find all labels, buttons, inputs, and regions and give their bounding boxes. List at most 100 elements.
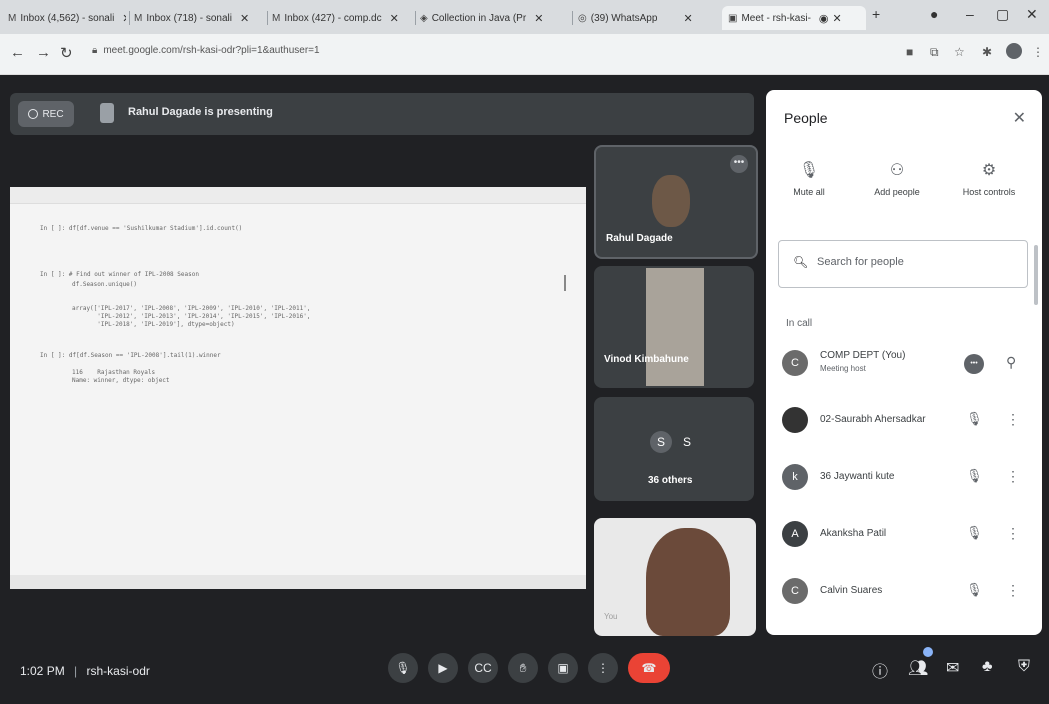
host-controls-button[interactable]: ⚙︎ Host controls xyxy=(946,160,1032,200)
tab-separator xyxy=(572,11,573,25)
info-icon[interactable]: ⓘ xyxy=(872,658,888,682)
participant-name: 36 Jaywanti kute xyxy=(820,471,895,482)
more-options-icon[interactable]: ⋮ xyxy=(1006,525,1020,542)
add-person-icon: ⚇ xyxy=(889,162,905,179)
mic-off-icon: 🎙︎ xyxy=(798,162,820,179)
close-icon[interactable]: ✕ xyxy=(240,12,249,25)
maximize-icon[interactable]: ▢ xyxy=(996,6,1009,23)
browser-tab-inbox-1[interactable]: MInbox (4,562) - sonali ✕ xyxy=(8,6,126,30)
presentation-bar: REC Rahul Dagade is presenting xyxy=(10,93,754,135)
browser-tab-strip: MInbox (4,562) - sonali✕ MInbox (718) - … xyxy=(0,0,1049,34)
lock-icon: 🔒︎ xyxy=(92,45,98,56)
notification-badge xyxy=(923,647,933,657)
close-window-icon[interactable]: ✕ xyxy=(1026,6,1038,23)
participant-row[interactable]: A Akanksha Patil 🎙︎ ⋮ xyxy=(766,509,1042,561)
chat-icon[interactable]: ✉︎ xyxy=(946,658,959,678)
participant-row[interactable]: 02-Saurabh Ahersadkar 🎙︎ ⋮ xyxy=(766,395,1042,447)
browser-tab-inbox-3[interactable]: M Inbox (427) - comp.dc ✕ xyxy=(272,6,412,30)
presenter-icon xyxy=(100,103,114,123)
close-icon[interactable]: ✕ xyxy=(683,12,692,25)
captions-button[interactable]: CC xyxy=(468,653,498,683)
search-input[interactable]: 🔍︎ Search for people xyxy=(778,240,1028,288)
browser-tab-collection[interactable]: ◈ Collection in Java (Pr ✕ xyxy=(420,6,568,30)
tab-label: Inbox (718) - sonali xyxy=(146,12,232,24)
microphone-button[interactable]: 🎙︎ xyxy=(388,653,418,683)
participant-row[interactable]: k 36 Jaywanti kute 🎙︎ ⋮ xyxy=(766,452,1042,504)
camera-icon: ▶︎ xyxy=(438,661,448,675)
menu-dots-icon[interactable]: ⋮ xyxy=(1032,45,1044,59)
action-label: Mute all xyxy=(793,187,825,197)
close-icon[interactable]: ✕ xyxy=(534,12,543,25)
forward-icon[interactable]: → xyxy=(36,44,51,61)
leave-call-button[interactable]: ☎︎ xyxy=(628,653,670,683)
tab-label: Collection in Java (Pr xyxy=(431,12,527,24)
browser-tab-whatsapp[interactable]: ◎ (39) WhatsApp ✕ xyxy=(578,6,716,30)
raise-hand-button[interactable]: ✋︎ xyxy=(508,653,538,683)
tab-label: Meet - rsh-kasi- xyxy=(741,12,811,24)
activities-icon[interactable]: ♣︎ xyxy=(982,658,993,676)
people-icon[interactable]: 👥︎ xyxy=(908,658,928,678)
in-call-section-label: In call xyxy=(786,318,813,329)
more-options-icon[interactable]: ••• xyxy=(730,155,748,173)
participant-name: 02-Saurabh Ahersadkar xyxy=(820,414,926,425)
participant-tile-second[interactable]: Vinod Kimbahune xyxy=(594,266,754,388)
tab-label: Inbox (427) - comp.dc xyxy=(284,12,382,24)
close-icon[interactable]: ✕ xyxy=(390,12,399,25)
account-circle-icon[interactable]: ● xyxy=(930,6,938,22)
mic-off-icon[interactable]: 🎙︎ xyxy=(966,525,983,541)
rec-indicator[interactable]: REC xyxy=(18,101,74,127)
mic-off-icon[interactable]: 🎙︎ xyxy=(966,411,983,427)
self-view-tile[interactable]: You xyxy=(594,518,756,636)
avatar: C xyxy=(782,578,808,604)
close-icon[interactable]: ✕ xyxy=(833,12,842,25)
camera-icon[interactable]: ■ xyxy=(906,45,913,59)
tab-separator xyxy=(267,11,268,25)
add-people-button[interactable]: ⚇ Add people xyxy=(854,160,940,200)
code-line: In [ ]: df[df.venue == 'Sushilkumar Stad… xyxy=(40,225,243,232)
participant-row[interactable]: C Calvin Suares 🎙︎ ⋮ xyxy=(766,566,1042,618)
back-icon[interactable]: ← xyxy=(10,44,25,61)
others-tile[interactable]: S S 36 others xyxy=(594,397,754,501)
audio-level-icon: ••• xyxy=(964,354,984,374)
profile-avatar[interactable] xyxy=(1006,43,1022,59)
participant-row[interactable]: C COMP DEPT (You) Meeting host ••• ⚲ xyxy=(766,338,1042,390)
host-shield-icon[interactable]: ⛨ xyxy=(1018,658,1030,676)
minimize-icon[interactable]: – xyxy=(966,6,974,22)
meet-window: REC Rahul Dagade is presenting In [ ]: d… xyxy=(0,75,1049,704)
close-icon[interactable]: ✕ xyxy=(1013,108,1026,128)
notebook-statusbar xyxy=(10,575,586,589)
browser-tab-inbox-2[interactable]: M Inbox (718) - sonali ✕ xyxy=(134,6,264,30)
more-options-icon[interactable]: ⋮ xyxy=(1006,411,1020,428)
reload-icon[interactable]: ↻ xyxy=(60,44,73,62)
more-options-icon[interactable]: ⋮ xyxy=(1006,468,1020,485)
browser-tab-meet[interactable]: ▣ Meet - rsh-kasi- ◉ ✕ xyxy=(722,6,866,30)
mic-off-icon[interactable]: 🎙︎ xyxy=(966,582,983,598)
new-tab-icon[interactable]: + xyxy=(872,6,880,22)
present-button[interactable]: ▣ xyxy=(548,653,578,683)
avatar: C xyxy=(782,350,808,376)
participant-tile-presenter[interactable]: ••• Rahul Dagade xyxy=(594,145,758,259)
code-output: 'IPL-2018', 'IPL-2019'], dtype=object) xyxy=(72,321,235,328)
url-field[interactable]: 🔒︎ meet.google.com/rsh-kasi-odr?pli=1&aut… xyxy=(92,45,320,56)
whatsapp-icon: ◎ xyxy=(578,12,587,24)
close-icon[interactable]: ✕ xyxy=(122,12,126,25)
share-icon[interactable]: ⧉ xyxy=(930,45,939,60)
camera-button[interactable]: ▶︎ xyxy=(428,653,458,683)
participant-role: Meeting host xyxy=(820,364,866,373)
mic-off-icon[interactable]: 🎙︎ xyxy=(966,468,983,484)
pin-icon[interactable]: ⚲ xyxy=(1006,354,1016,371)
scrollbar[interactable] xyxy=(1034,245,1038,305)
more-options-button[interactable]: ⋮ xyxy=(588,653,618,683)
gmail-icon: M xyxy=(134,12,143,24)
address-bar: ← → ↻ 🔒︎ meet.google.com/rsh-kasi-odr?pli… xyxy=(0,34,1049,75)
mute-all-button[interactable]: 🎙︎ Mute all xyxy=(766,160,852,200)
extensions-icon[interactable]: ✱ xyxy=(982,45,992,59)
captions-icon: CC xyxy=(474,661,492,675)
present-icon: ▣ xyxy=(557,661,569,675)
bookmark-star-icon[interactable]: ☆ xyxy=(954,45,965,59)
more-options-icon[interactable]: ⋮ xyxy=(1006,582,1020,599)
code-output: array(['IPL-2017', 'IPL-2008', 'IPL-2009… xyxy=(72,305,311,312)
tab-separator xyxy=(129,11,130,25)
participant-name: Akanksha Patil xyxy=(820,528,887,539)
avatar xyxy=(782,407,808,433)
